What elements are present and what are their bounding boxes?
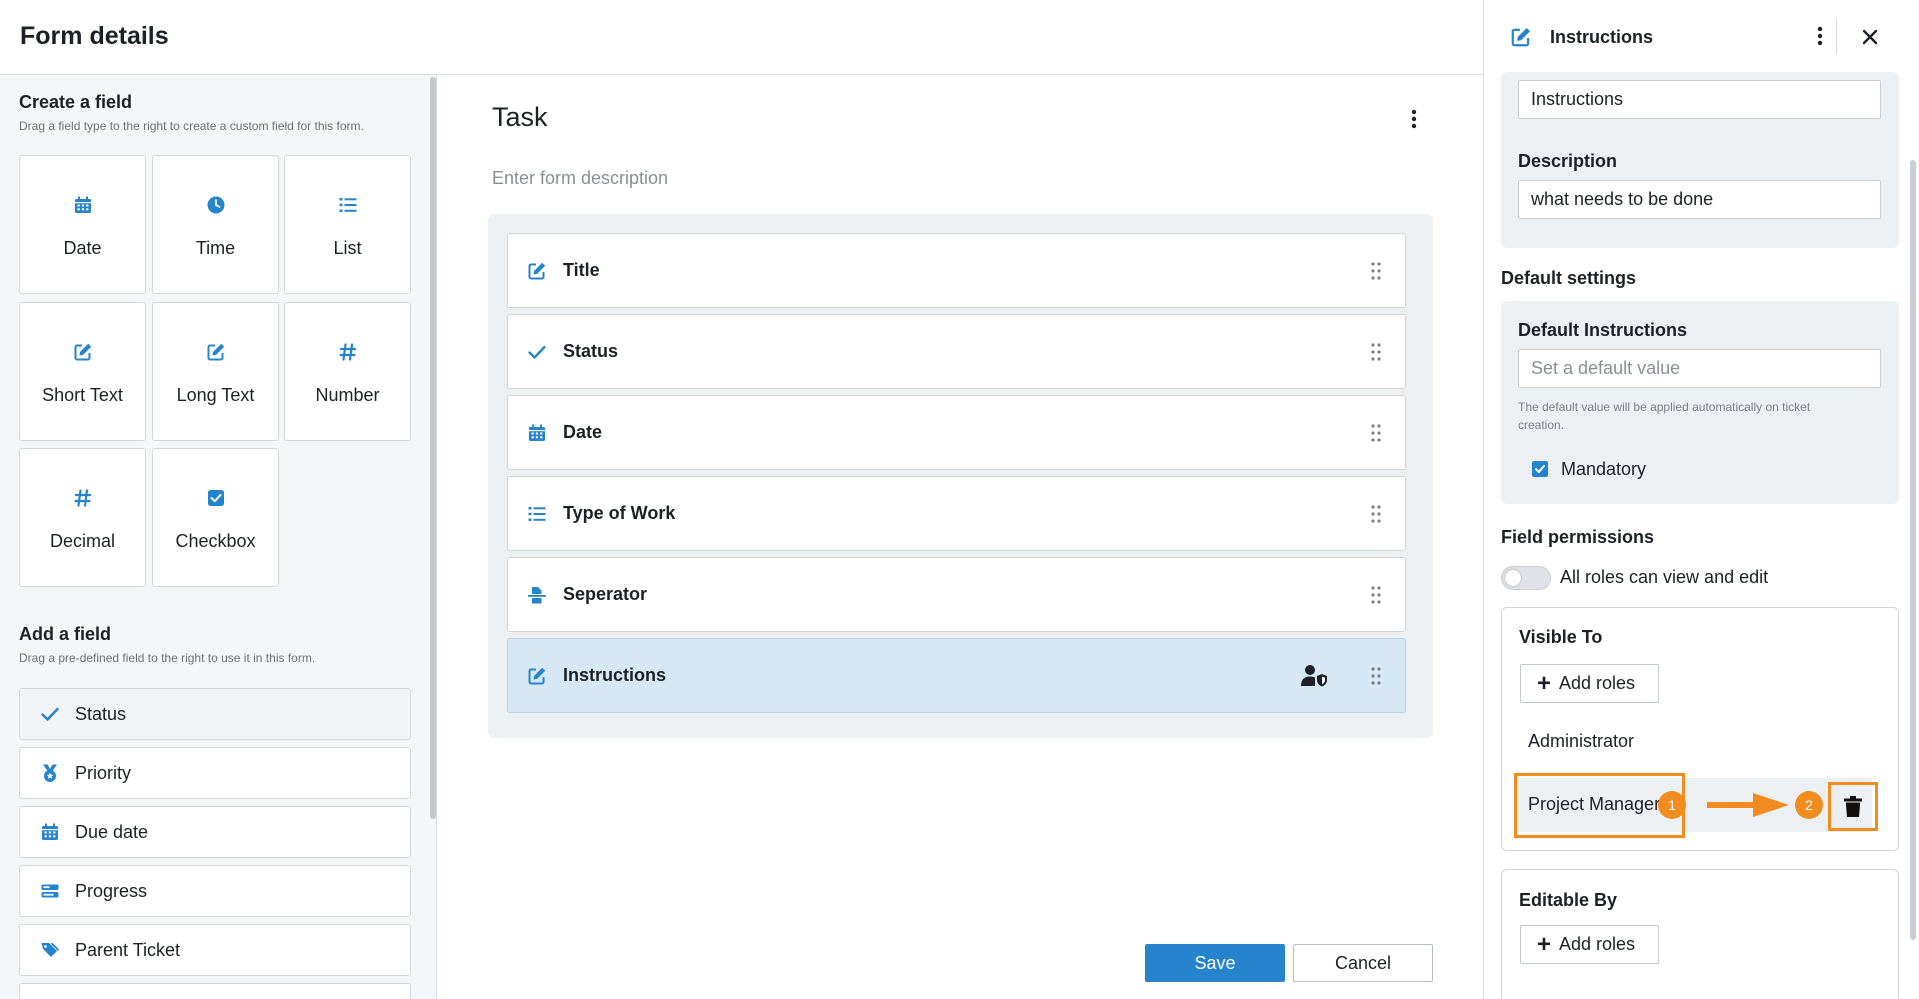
checkbox-icon [153, 487, 278, 509]
visible-to-add-roles-button[interactable]: + Add roles [1520, 664, 1659, 703]
save-button[interactable]: Save [1145, 944, 1285, 982]
clock-icon [153, 194, 278, 216]
predefined-field-parent-ticket[interactable]: Parent Ticket [19, 924, 411, 976]
form-field-instructions[interactable]: Instructions [507, 638, 1406, 713]
hash-icon [20, 487, 145, 509]
list-icon [285, 194, 410, 216]
field-type-long-text[interactable]: Long Text [152, 302, 279, 441]
default-value-hint: The default value will be applied automa… [1518, 400, 1811, 432]
separator-icon [526, 584, 548, 606]
drag-handle-icon[interactable] [1371, 667, 1381, 685]
add-field-title: Add a field [19, 624, 112, 644]
trash-icon[interactable] [1844, 796, 1862, 818]
field-type-decimal[interactable]: Decimal [19, 448, 146, 587]
edit-icon [526, 665, 548, 687]
predefined-field-status[interactable]: Status [19, 688, 411, 740]
editable-by-add-roles-button[interactable]: + Add roles [1520, 925, 1659, 964]
field-type-short-text[interactable]: Short Text [19, 302, 146, 441]
header-divider [1836, 20, 1837, 54]
predefined-field-partial[interactable] [19, 983, 411, 999]
default-value-input[interactable] [1518, 349, 1881, 388]
form-description-input[interactable]: Enter form description [492, 168, 668, 189]
arrow-right-icon [1707, 793, 1789, 817]
check-icon [40, 704, 60, 724]
page-title: Form details [20, 22, 169, 50]
field-palette: Create a field Drag a field type to the … [0, 75, 437, 999]
predefined-field-progress[interactable]: Progress [19, 865, 411, 917]
field-permissions-title: Field permissions [1501, 527, 1655, 547]
tags-icon [40, 940, 60, 960]
drag-handle-icon[interactable] [1371, 424, 1381, 442]
panel-more-icon[interactable] [1817, 26, 1825, 48]
list-icon [526, 503, 548, 525]
description-label: Description [1518, 151, 1618, 171]
predefined-field-due-date[interactable]: Due date [19, 806, 411, 858]
close-icon[interactable] [1861, 28, 1879, 46]
all-roles-toggle[interactable] [1501, 566, 1551, 590]
mandatory-label: Mandatory [1561, 459, 1647, 479]
check-icon [526, 341, 548, 363]
drag-handle-icon[interactable] [1371, 343, 1381, 361]
role-project-manager[interactable]: Project Manager [1528, 794, 1660, 815]
predefined-field-priority[interactable]: Priority [19, 747, 411, 799]
step-badge-2: 2 [1795, 791, 1823, 819]
top-header: Form details [0, 0, 1483, 75]
more-options-icon[interactable] [1405, 106, 1423, 132]
default-settings-title: Default settings [1501, 268, 1637, 288]
default-instructions-label: Default Instructions [1518, 320, 1688, 340]
cancel-button[interactable]: Cancel [1293, 944, 1433, 982]
description-input[interactable] [1518, 180, 1881, 219]
edit-icon [153, 341, 278, 363]
form-field-seperator[interactable]: Seperator [507, 557, 1406, 632]
form-field-status[interactable]: Status [507, 314, 1406, 389]
progress-icon [40, 881, 60, 901]
medal-icon [40, 763, 60, 783]
calendar-icon [20, 194, 145, 216]
visible-to-title: Visible To [1519, 627, 1603, 647]
check-icon [1535, 465, 1545, 473]
form-field-title[interactable]: Title [507, 233, 1406, 308]
form-field-type-of-work[interactable]: Type of Work [507, 476, 1406, 551]
field-type-time[interactable]: Time [152, 155, 279, 294]
drag-handle-icon[interactable] [1371, 586, 1381, 604]
toggle-knob [1505, 570, 1521, 586]
edit-icon [526, 260, 548, 282]
drag-handle-icon[interactable] [1371, 505, 1381, 523]
calendar-icon [40, 822, 60, 842]
field-name-input[interactable] [1518, 80, 1881, 119]
panel-title: Instructions [1550, 27, 1654, 47]
edit-icon [1510, 26, 1532, 48]
user-shield-icon[interactable] [1301, 664, 1327, 688]
form-title[interactable]: Task [492, 102, 548, 133]
edit-icon [20, 341, 145, 363]
field-type-date[interactable]: Date [19, 155, 146, 294]
mandatory-checkbox[interactable] [1532, 461, 1548, 477]
calendar-icon [526, 422, 548, 444]
create-field-subtitle: Drag a field type to the right to create… [19, 119, 364, 133]
field-settings-panel: Instructions Description Default setting… [1483, 0, 1919, 999]
add-field-subtitle: Drag a pre-defined field to the right to… [19, 651, 316, 665]
drag-handle-icon[interactable] [1371, 262, 1381, 280]
create-field-title: Create a field [19, 92, 133, 112]
field-type-list[interactable]: List [284, 155, 411, 294]
plus-icon: + [1537, 669, 1552, 697]
form-field-date[interactable]: Date [507, 395, 1406, 470]
role-administrator[interactable]: Administrator [1528, 731, 1634, 752]
editable-by-title: Editable By [1519, 890, 1618, 910]
field-type-checkbox[interactable]: Checkbox [152, 448, 279, 587]
palette-scrollbar[interactable] [430, 77, 436, 819]
hash-icon [285, 341, 410, 363]
field-type-number[interactable]: Number [284, 302, 411, 441]
step-badge-1: 1 [1658, 791, 1686, 819]
panel-scrollbar[interactable] [1910, 160, 1916, 940]
all-roles-label: All roles can view and edit [1560, 567, 1769, 587]
plus-icon: + [1537, 930, 1552, 958]
